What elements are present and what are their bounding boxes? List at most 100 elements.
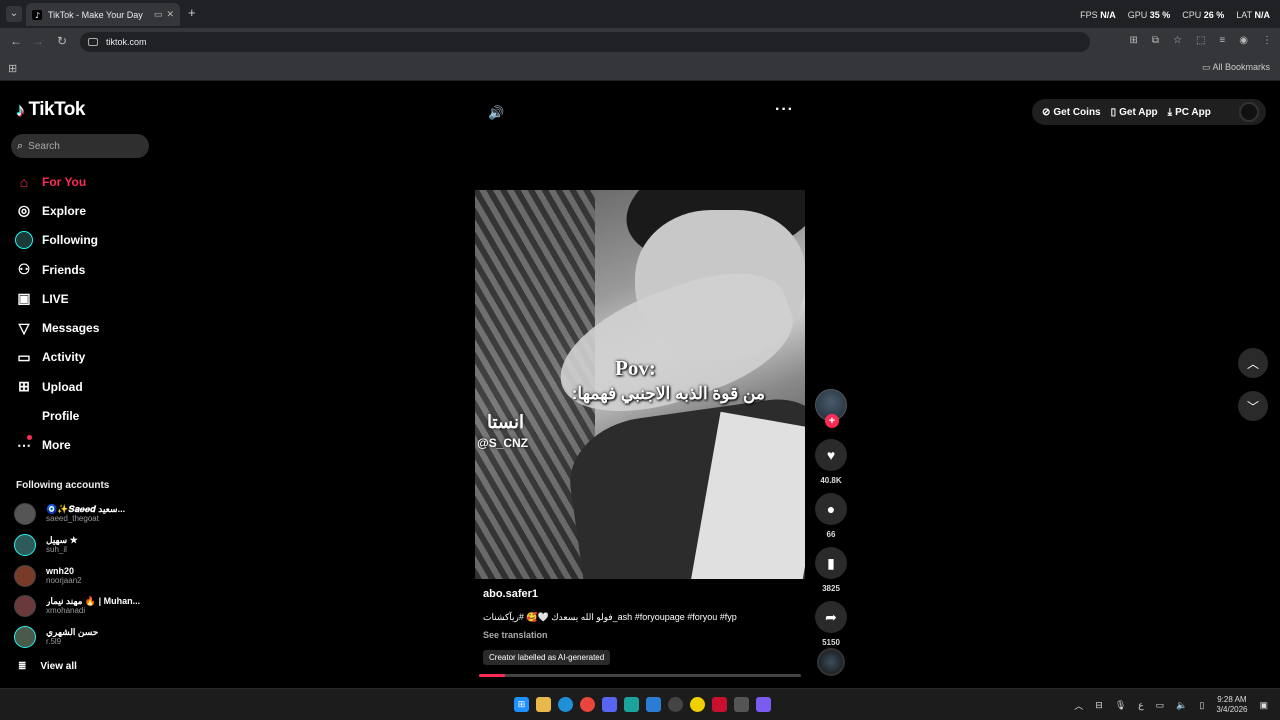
get-app-button[interactable]: ▯ Get App [1111,107,1158,118]
menu-kebab-icon[interactable]: ⋮ [1262,35,1272,46]
account-name: wnh20 [46,565,75,576]
following-account-item[interactable]: سهيل ★ suh_il [14,530,164,561]
get-coins-label: Get Coins [1053,106,1101,118]
sidebar-item-upload[interactable]: ⊞ Upload [14,372,164,401]
tiktok-logo-text: TikTok [28,99,86,120]
browser-tab[interactable]: ♪ TikTok - Make Your Day ▭ ✕ [26,3,180,26]
tiktok-note-icon: ♪ [16,99,25,120]
sidebar-item-label: More [42,438,71,453]
vscode-icon[interactable] [646,697,661,712]
app-yellow-icon[interactable] [690,697,705,712]
video-progress-fill [479,674,505,677]
video-player[interactable]: Pov: من قوة الذبه الاجنبي فهمها: انستا @… [475,190,805,579]
tiktok-logo[interactable]: ♪ TikTok [16,99,85,121]
gear-icon[interactable] [734,697,749,712]
reload-icon[interactable]: ↻ [54,34,70,48]
discord-icon[interactable] [602,697,617,712]
notification-icon[interactable]: ▣ [1259,700,1268,711]
acrobat-icon[interactable] [712,697,727,712]
media-control-icon[interactable]: ≡ [1219,35,1225,46]
forward-arrow-icon[interactable]: → [30,34,46,48]
share-icon[interactable]: ➦ [815,601,847,633]
volume-icon[interactable]: 🔊 [488,105,504,121]
chrome-icon[interactable] [580,697,595,712]
sidebar-item-for-you[interactable]: ⌂ For You [14,167,164,196]
all-bookmarks-label: All Bookmarks [1212,62,1270,72]
app-icon[interactable] [624,697,639,712]
sidebar-item-label: Upload [42,379,83,394]
bookmark-star-icon[interactable]: ☆ [1173,35,1182,46]
url-input[interactable]: tiktok.com [80,32,1090,52]
see-translation-link[interactable]: See translation [483,630,548,640]
sidebar-item-live[interactable]: ▣ LIVE [14,284,164,313]
pc-app-button[interactable]: ⤓ PC App [1168,107,1211,118]
sidebar-item-label: Messages [42,321,100,336]
previous-video-button[interactable]: ︿ [1238,348,1268,378]
speaker-icon[interactable]: 🔈 [1176,700,1187,711]
back-arrow-icon[interactable]: ← [8,34,24,48]
video-progress-bar[interactable] [479,674,801,677]
video-caption: فولو الله يسعدك 🤍🥰 #ريآكشنات_ash #foryou… [483,612,737,622]
tab-media-icon[interactable]: ▭ [154,9,163,20]
phone-icon: ▯ [1110,106,1117,118]
app-tray-icon[interactable]: ⊟ [1095,700,1103,711]
get-coins-button[interactable]: ⊘ Get Coins [1042,107,1101,118]
file-explorer-icon[interactable] [536,697,551,712]
comment-count: 66 [826,530,836,539]
cast-icon[interactable]: ⧉ [1152,35,1159,46]
chevron-up-icon: ︿ [1246,356,1259,371]
creator-avatar[interactable]: + [815,389,847,428]
next-video-button[interactable]: ﹀ [1238,391,1268,421]
all-bookmarks-link[interactable]: ▭ All Bookmarks [1202,62,1270,73]
app-purple-icon[interactable] [756,697,771,712]
view-all-button[interactable]: ≣ View all [18,661,77,672]
bookmark-icon[interactable]: ▮ [815,547,847,579]
heart-icon[interactable]: ♥ [815,439,847,471]
battery-icon[interactable]: ▯ [1199,700,1204,711]
apps-grid-icon[interactable]: ⊞ [8,62,17,75]
tray-chevron-up-icon[interactable]: ︿ [1074,699,1083,712]
view-all-label: View all [40,661,77,672]
profile-avatar[interactable] [1238,102,1259,122]
following-account-item[interactable]: wnh20 noorjaan2 [14,560,164,591]
microphone-icon[interactable]: 🎙 [1115,700,1126,711]
tab-search-chevron-icon[interactable]: ⌄ [6,6,22,22]
following-account-item[interactable]: حسن الشهري r.5l9 [14,622,164,653]
taskbar-apps: ⊞ [514,697,771,712]
sidebar-item-friends[interactable]: ⚇ Friends [14,255,164,284]
following-account-item[interactable]: مهند نيمار 🔥 | Muhan... xmohanadi [14,591,164,622]
music-disc-icon[interactable] [817,648,845,676]
sidebar-item-following[interactable]: Following [14,226,164,255]
sidebar-item-profile[interactable]: Profile [14,401,164,430]
sidebar-item-activity[interactable]: ▭ Activity [14,343,164,372]
clock-date: 3/4/2026 [1216,705,1248,714]
video-username[interactable]: abo.safer1 [483,588,538,600]
extensions-icon[interactable]: ⬚ [1196,35,1205,46]
following-account-item[interactable]: 🧿✨𝑺𝒂𝒆𝒆𝒅 سعيد... saeed_thegoat [14,499,164,530]
start-icon[interactable]: ⊞ [514,697,529,712]
search-input[interactable]: ⌕ Search [11,134,149,158]
messages-icon: ▽ [18,319,30,336]
edge-icon[interactable] [558,697,573,712]
new-tab-button[interactable]: + [188,5,196,20]
video-overlay-handle: @S_CNZ [477,436,529,450]
top-right-actions: ⊘ Get Coins ▯ Get App ⤓ PC App [1032,99,1266,125]
more-icon: ⋯ [14,435,34,455]
site-info-icon[interactable] [88,38,98,46]
sidebar-item-messages[interactable]: ▽ Messages [14,313,164,342]
taskbar-clock[interactable]: 9:28 AM 3/4/2026 [1216,695,1247,715]
save-count: 3825 [822,584,840,593]
follow-plus-icon[interactable]: + [825,414,839,428]
sidebar-item-explore[interactable]: ◎ Explore [14,196,164,225]
search-placeholder: Search [28,140,60,152]
comment-icon[interactable]: ● [815,493,847,525]
windows-taskbar: ⊞ ︿ ⊟ 🎙 ع ▭ 🔈 ▯ 9:28 AM 3/4/2026 ▣ [0,688,1280,720]
tab-close-icon[interactable]: ✕ [166,9,174,20]
sidebar-item-more[interactable]: ⋯ More [14,431,164,460]
translate-icon[interactable]: ⊞ [1129,35,1137,46]
profile-icon[interactable]: ◉ [1239,35,1248,46]
network-icon[interactable]: ▭ [1156,700,1165,711]
settings-icon[interactable] [668,697,683,712]
language-indicator[interactable]: ع [1138,700,1143,711]
video-options-icon[interactable]: ··· [775,101,794,119]
